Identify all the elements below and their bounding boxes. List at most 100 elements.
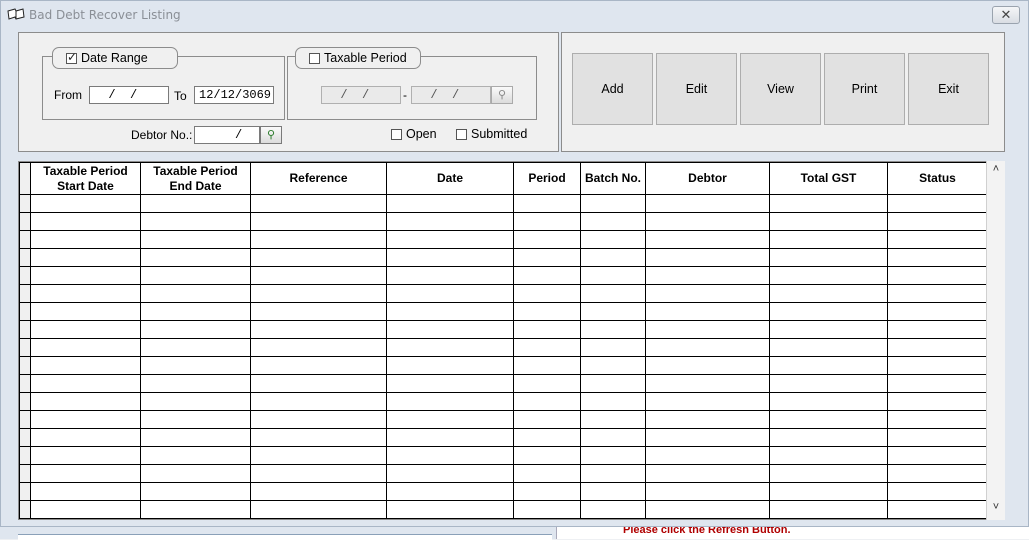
table-cell[interactable] [887, 248, 988, 267]
table-row[interactable] [19, 410, 988, 429]
table-cell[interactable] [386, 410, 514, 429]
table-cell[interactable] [580, 464, 646, 483]
table-cell[interactable] [250, 230, 387, 249]
table-cell[interactable] [887, 302, 988, 321]
table-cell[interactable] [30, 302, 141, 321]
table-cell[interactable] [30, 266, 141, 285]
table-cell[interactable] [513, 428, 581, 447]
open-checkbox[interactable] [391, 128, 402, 140]
table-cell[interactable] [513, 374, 581, 393]
column-header[interactable]: Total GST [769, 162, 888, 195]
table-cell[interactable] [769, 464, 888, 483]
to-date-field[interactable]: 12/12/3069 [194, 86, 274, 104]
table-cell[interactable] [30, 194, 141, 213]
table-cell[interactable] [140, 482, 251, 501]
table-cell[interactable] [645, 482, 770, 501]
table-cell[interactable] [250, 500, 387, 519]
table-row[interactable] [19, 464, 988, 483]
column-header[interactable]: Debtor [645, 162, 770, 195]
date-range-toggle[interactable]: Date Range [52, 47, 178, 69]
table-cell[interactable] [887, 464, 988, 483]
table-cell[interactable] [769, 392, 888, 411]
row-selector[interactable] [19, 284, 31, 303]
table-cell[interactable] [580, 482, 646, 501]
table-cell[interactable] [645, 320, 770, 339]
table-cell[interactable] [140, 374, 251, 393]
column-header[interactable]: Reference [250, 162, 387, 195]
table-cell[interactable] [513, 212, 581, 231]
table-cell[interactable] [250, 284, 387, 303]
table-cell[interactable] [580, 446, 646, 465]
table-cell[interactable] [580, 428, 646, 447]
table-row[interactable] [19, 482, 988, 501]
table-row[interactable] [19, 446, 988, 465]
table-cell[interactable] [140, 446, 251, 465]
table-cell[interactable] [250, 374, 387, 393]
table-row[interactable] [19, 194, 988, 213]
table-cell[interactable] [250, 212, 387, 231]
table-cell[interactable] [887, 320, 988, 339]
table-row[interactable] [19, 248, 988, 267]
taxable-period-toggle[interactable]: Taxable Period [295, 47, 421, 69]
debtor-field[interactable]: / [194, 126, 260, 144]
table-cell[interactable] [386, 356, 514, 375]
row-selector[interactable] [19, 482, 31, 501]
table-cell[interactable] [30, 230, 141, 249]
column-header[interactable]: Period [513, 162, 581, 195]
table-cell[interactable] [887, 500, 988, 519]
table-cell[interactable] [645, 356, 770, 375]
submitted-filter[interactable]: Submitted [456, 127, 527, 141]
table-cell[interactable] [513, 464, 581, 483]
row-selector[interactable] [19, 320, 31, 339]
table-cell[interactable] [769, 338, 888, 357]
taxable-period-checkbox[interactable] [309, 52, 320, 64]
column-header[interactable]: Batch No. [580, 162, 646, 195]
edit-button[interactable]: Edit [656, 53, 737, 125]
table-cell[interactable] [386, 374, 514, 393]
table-cell[interactable] [769, 428, 888, 447]
table-cell[interactable] [30, 338, 141, 357]
table-cell[interactable] [580, 374, 646, 393]
table-row[interactable] [19, 392, 988, 411]
table-cell[interactable] [140, 320, 251, 339]
table-cell[interactable] [513, 482, 581, 501]
table-cell[interactable] [30, 428, 141, 447]
table-cell[interactable] [250, 248, 387, 267]
table-cell[interactable] [30, 374, 141, 393]
table-row[interactable] [19, 428, 988, 447]
table-cell[interactable] [386, 338, 514, 357]
table-cell[interactable] [250, 266, 387, 285]
table-cell[interactable] [386, 464, 514, 483]
row-selector[interactable] [19, 410, 31, 429]
table-cell[interactable] [30, 500, 141, 519]
table-cell[interactable] [30, 356, 141, 375]
column-header[interactable]: Taxable Period End Date [140, 162, 251, 195]
table-cell[interactable] [580, 338, 646, 357]
column-header[interactable]: Status [887, 162, 988, 195]
table-cell[interactable] [513, 302, 581, 321]
table-cell[interactable] [769, 320, 888, 339]
row-selector[interactable] [19, 266, 31, 285]
table-cell[interactable] [250, 320, 387, 339]
table-cell[interactable] [140, 302, 251, 321]
table-cell[interactable] [645, 302, 770, 321]
table-cell[interactable] [250, 356, 387, 375]
vertical-scrollbar[interactable]: ˄ ˅ [986, 161, 1005, 520]
table-row[interactable] [19, 320, 988, 339]
table-cell[interactable] [645, 464, 770, 483]
open-filter[interactable]: Open [391, 127, 437, 141]
table-cell[interactable] [250, 446, 387, 465]
table-cell[interactable] [250, 194, 387, 213]
row-selector[interactable] [19, 338, 31, 357]
table-cell[interactable] [645, 446, 770, 465]
table-cell[interactable] [645, 410, 770, 429]
table-cell[interactable] [513, 194, 581, 213]
table-cell[interactable] [645, 194, 770, 213]
table-cell[interactable] [386, 500, 514, 519]
table-cell[interactable] [887, 374, 988, 393]
table-cell[interactable] [30, 320, 141, 339]
table-cell[interactable] [386, 392, 514, 411]
table-cell[interactable] [645, 428, 770, 447]
table-cell[interactable] [887, 428, 988, 447]
table-cell[interactable] [769, 284, 888, 303]
